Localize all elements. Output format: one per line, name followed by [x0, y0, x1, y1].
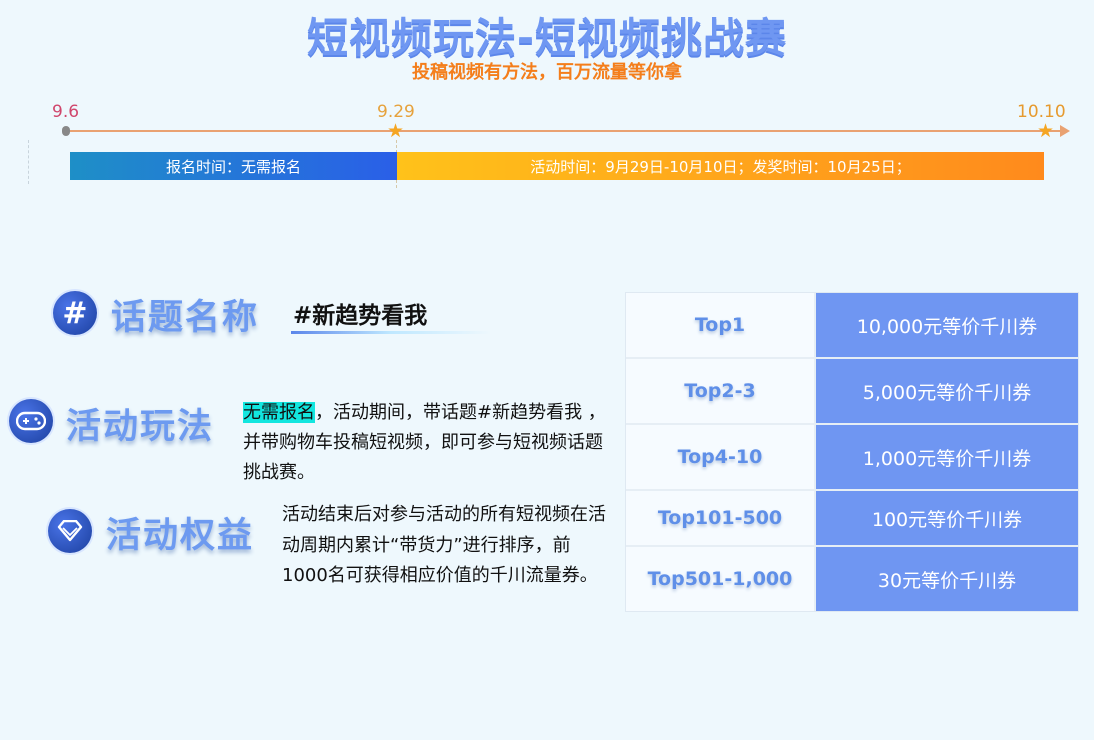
rank-cell: Top2-3: [626, 359, 816, 423]
timeline-start-dot: [62, 126, 70, 136]
no-registration-highlight: 无需报名: [243, 402, 315, 423]
reward-table: Top1 10,000元等价千川券 Top2-3 5,000元等价千川券 Top…: [625, 292, 1079, 612]
topic-heading: 话题名称: [111, 298, 260, 338]
table-row: Top101-500 100元等价千川券: [626, 491, 1078, 547]
page-subtitle: 投稿视频有方法，百万流量等你拿: [412, 62, 682, 83]
table-row: Top501-1,000 30元等价千川券: [626, 547, 1078, 611]
play-heading: 活动玩法: [66, 407, 215, 447]
page-title: 短视频玩法-短视频挑战赛: [306, 14, 787, 62]
prize-cell: 30元等价千川券: [816, 547, 1078, 611]
benefit-description: 活动结束后对参与活动的所有短视频在活动周期内累计“带货力”进行排序，前1000名…: [282, 504, 606, 586]
timeline-date-mid: 9.29: [377, 102, 415, 122]
star-icon: ★: [1037, 120, 1055, 142]
timeline-date-start: 9.6: [52, 102, 80, 122]
play-description: 无需报名，活动期间，带话题#新趋势看我 ，并带购物车投稿短视频，即可参与短视频话…: [243, 398, 613, 488]
table-row: Top4-10 1,000元等价千川券: [626, 425, 1078, 491]
timeline-line: [66, 130, 1062, 132]
diamond-icon: [48, 509, 92, 553]
prize-cell: 5,000元等价千川券: [816, 359, 1078, 423]
table-row: Top1 10,000元等价千川券: [626, 293, 1078, 359]
timeline-arrow-icon: [1060, 125, 1070, 137]
activity-period-bar: 活动时间：9月29日-10月10日；发奖时间：10月25日；: [397, 152, 1044, 180]
divider: [28, 140, 29, 184]
registration-period-bar: 报名时间：无需报名: [70, 152, 397, 180]
benefit-heading: 活动权益: [106, 516, 255, 556]
prize-cell: 10,000元等价千川券: [816, 293, 1078, 357]
topic-name: #新趋势看我: [293, 303, 428, 329]
hash-icon: #: [53, 291, 97, 335]
topic-underline: [291, 331, 491, 334]
prize-cell: 1,000元等价千川券: [816, 425, 1078, 489]
star-icon: ★: [387, 120, 405, 142]
gamepad-icon: [9, 399, 53, 443]
rank-cell: Top101-500: [626, 491, 816, 545]
rank-cell: Top4-10: [626, 425, 816, 489]
prize-cell: 100元等价千川券: [816, 491, 1078, 545]
rank-cell: Top1: [626, 293, 816, 357]
rank-cell: Top501-1,000: [626, 547, 816, 611]
timeline-date-end: 10.10: [1017, 102, 1066, 122]
table-row: Top2-3 5,000元等价千川券: [626, 359, 1078, 425]
